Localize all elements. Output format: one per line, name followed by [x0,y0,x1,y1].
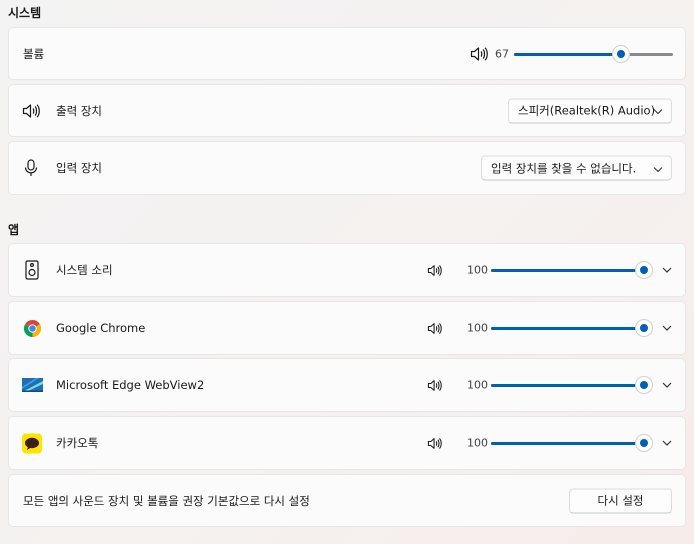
reset-label: 모든 앱의 사운드 장치 및 볼륨을 권장 기본값으로 다시 설정 [23,493,310,508]
volume-value: 67 [495,47,509,60]
chevron-down-icon[interactable] [659,262,675,278]
app-volume-value: 100 [467,436,488,450]
output-device-value: 스피커(Realtek(R) Audio) [518,103,656,118]
speaker-icon[interactable] [426,262,442,278]
chevron-down-icon[interactable] [659,435,675,451]
chevron-down-icon[interactable] [659,320,675,336]
volume-card: 볼륨 67 [8,27,686,80]
edge-webview-icon [21,377,43,393]
apps-section-title: 앱 [8,223,20,237]
chevron-down-icon [653,161,663,175]
volume-label: 볼륨 [23,46,45,61]
chrome-icon [22,318,42,338]
app-row-system-sounds: 시스템 소리 100 [8,243,686,297]
app-volume-thumb[interactable] [636,320,652,336]
reset-button[interactable]: 다시 설정 [569,488,672,513]
input-device-dropdown[interactable]: 입력 장치를 찾을 수 없습니다. [481,155,672,181]
system-sounds-icon [23,259,41,281]
chevron-down-icon[interactable] [659,377,675,393]
app-volume-value: 100 [467,378,488,392]
app-volume-slider[interactable] [491,320,652,336]
speaker-icon[interactable] [426,377,442,393]
app-name: Google Chrome [56,321,146,335]
app-volume-slider[interactable] [491,262,652,278]
app-volume-thumb[interactable] [636,435,652,451]
microphone-icon [21,158,41,178]
app-volume-value: 100 [467,321,488,335]
app-row-kakaotalk: 카카오톡 100 [8,416,686,470]
app-volume-value: 100 [467,263,488,277]
reset-card: 모든 앱의 사운드 장치 및 볼륨을 권장 기본값으로 다시 설정 다시 설정 [8,474,686,527]
output-device-dropdown[interactable]: 스피커(Realtek(R) Audio) [508,98,672,123]
system-volume-slider[interactable] [514,45,673,62]
app-row-edge-webview: Microsoft Edge WebView2 100 [8,358,686,412]
input-device-value: 입력 장치를 찾을 수 없습니다. [491,161,637,175]
app-name: 시스템 소리 [56,263,113,277]
app-name: 카카오톡 [56,436,99,450]
app-volume-thumb[interactable] [636,262,652,278]
output-device-card: 출력 장치 스피커(Realtek(R) Audio) [8,84,686,137]
output-device-label: 출력 장치 [56,103,102,118]
speaker-icon[interactable] [426,320,442,336]
system-volume-thumb[interactable] [612,45,629,62]
kakaotalk-icon [21,433,42,454]
app-volume-slider[interactable] [491,435,652,451]
input-device-label: 입력 장치 [56,161,102,175]
app-row-chrome: Google Chrome 100 [8,301,686,355]
chevron-down-icon [653,104,663,118]
speaker-icon[interactable] [469,44,489,64]
app-volume-slider[interactable] [491,377,652,393]
speaker-icon [21,101,41,121]
system-section-title: 시스템 [8,6,42,20]
speaker-icon[interactable] [426,435,442,451]
input-device-card: 입력 장치 입력 장치를 찾을 수 없습니다. [8,141,686,195]
app-volume-thumb[interactable] [636,377,652,393]
app-name: Microsoft Edge WebView2 [56,378,205,392]
